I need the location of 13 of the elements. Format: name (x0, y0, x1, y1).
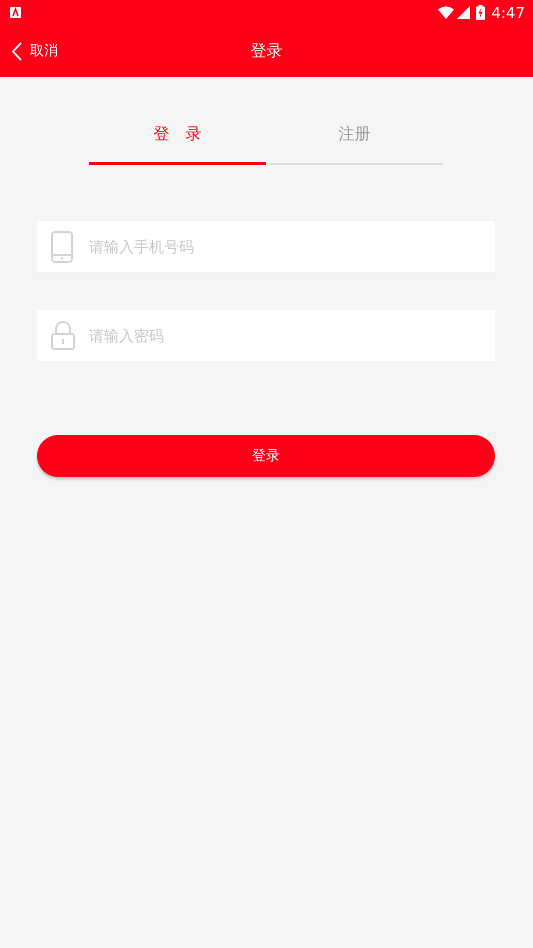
wifi-icon (438, 6, 454, 19)
login-button[interactable]: 登录 (37, 435, 495, 477)
lock-icon (51, 321, 75, 350)
status-time: 4:47 (491, 4, 525, 22)
cancel-button[interactable]: 取消 (0, 42, 58, 60)
back-chevron-icon (12, 42, 22, 60)
signal-icon (457, 6, 470, 19)
page-title: 登录 (250, 40, 282, 62)
app-notification-icon (10, 7, 21, 18)
battery-icon (476, 5, 486, 20)
tab[interactable]: 注册 (266, 110, 443, 165)
tab[interactable]: 登 录 (89, 110, 266, 165)
phone-icon (51, 230, 73, 262)
